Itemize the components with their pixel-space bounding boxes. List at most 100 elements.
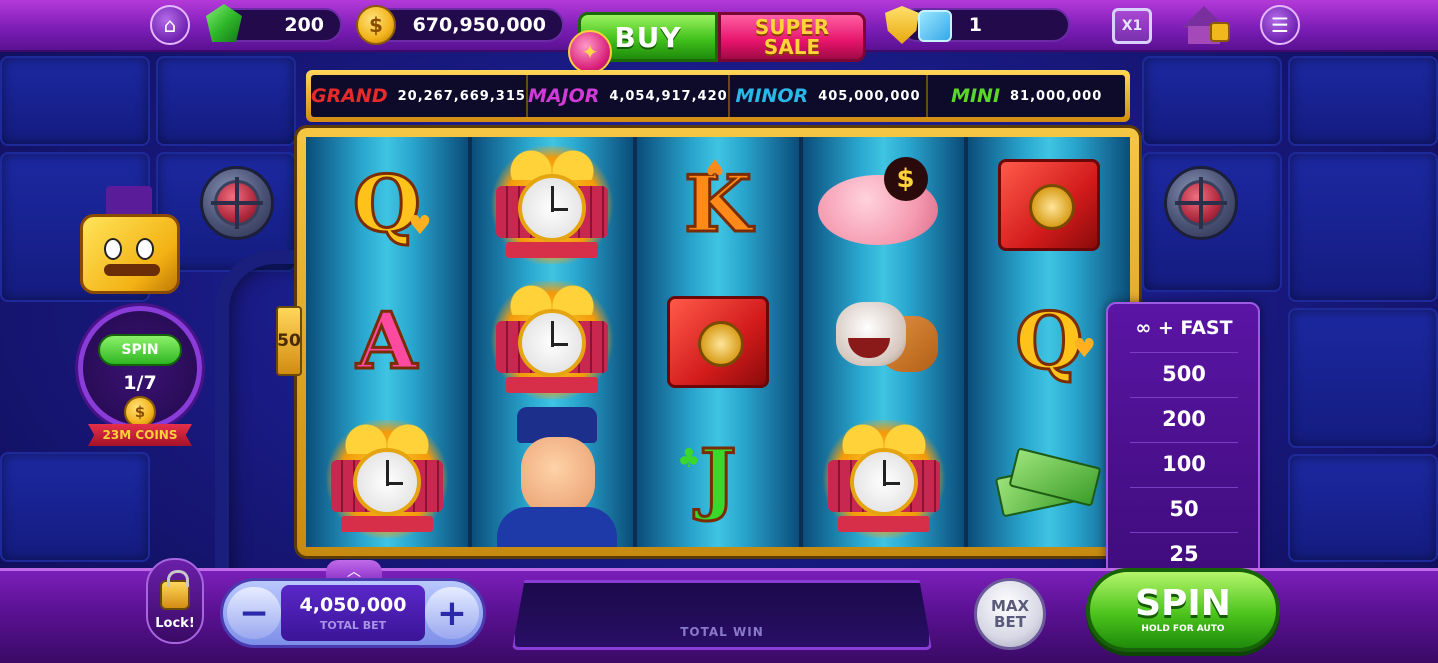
side-bet-value: 50 — [277, 330, 301, 351]
symbol-clock — [472, 272, 634, 407]
jackpot-name: MAJOR — [527, 85, 600, 107]
home-button[interactable]: ⌂ — [150, 5, 190, 45]
vault-panel — [156, 56, 296, 146]
super-sale-button[interactable]: SUPER SALE — [718, 12, 866, 62]
menu-icon: ☰ — [1271, 13, 1289, 37]
symbol-bulldog — [803, 274, 965, 411]
cash-stack-icon — [994, 439, 1104, 519]
vault-panel — [0, 56, 150, 146]
jackpot-mini: MINI 81,000,000 — [928, 75, 1125, 117]
jackpot-bar: GRAND 20,267,669,315 MAJOR 4,054,917,420… — [306, 70, 1130, 122]
total-win-panel: TOTAL WIN — [512, 580, 932, 650]
alarm-clock-icon — [324, 419, 449, 538]
jackpot-value: 20,267,669,315 — [397, 88, 526, 104]
jackpot-name: MINI — [951, 85, 1001, 107]
jackpot-major: MAJOR 4,054,917,420 — [528, 75, 730, 117]
spin-label: SPIN — [1135, 583, 1231, 624]
jackpot-name: MINOR — [735, 85, 809, 107]
total-bet-display[interactable]: 4,050,000 TOTAL BET — [281, 585, 425, 641]
menu-button[interactable]: ☰ — [1260, 5, 1300, 45]
sale-line1: SUPER — [754, 15, 830, 39]
spade-icon: ♠ — [703, 155, 727, 185]
lock-button[interactable]: Lock! — [146, 558, 204, 644]
bonus-spin-label: SPIN — [121, 342, 159, 358]
auto-spin-menu: ∞ + FAST 500 200 100 50 25 — [1106, 302, 1260, 582]
vault-knob-left — [200, 166, 274, 240]
locked-house-icon[interactable] — [1182, 6, 1234, 46]
symbol-safe — [968, 137, 1130, 274]
side-bet-tab[interactable]: 50 — [276, 306, 302, 376]
symbol-letter: J — [698, 432, 738, 524]
lock-label: Lock! — [155, 615, 195, 631]
bonus-progress: 1/7 — [123, 372, 157, 394]
auto-option-200[interactable]: 200 — [1122, 399, 1246, 439]
home-icon: ⌂ — [163, 13, 177, 37]
reel-3: K ♠ J ♣ — [637, 137, 799, 547]
sale-line2: SALE — [763, 35, 821, 59]
jackpot-name: GRAND — [311, 85, 388, 107]
symbol-k: K ♠ — [637, 137, 799, 274]
piggy-bank-icon: $ — [814, 157, 954, 253]
vault-panel — [1288, 308, 1438, 448]
vault-panel — [0, 452, 150, 562]
gift-icon[interactable]: ✦ — [568, 30, 612, 74]
spin-button[interactable]: SPIN HOLD FOR AUTO — [1086, 568, 1280, 652]
bulldog-icon — [826, 292, 942, 392]
reel-4: $ — [802, 137, 965, 547]
auto-option-50[interactable]: 50 — [1122, 489, 1246, 529]
symbol-police — [472, 407, 634, 547]
reel-frame: Q ♥ A K ♠ J ♣ $ Q ♥ — [297, 128, 1139, 556]
multiplier-icon[interactable]: X1 — [1112, 8, 1152, 44]
auto-option-label: 100 — [1162, 452, 1206, 476]
symbol-piggy-bank: $ — [803, 137, 965, 274]
coin-icon: $ — [124, 396, 156, 428]
decrease-bet-button[interactable]: − — [227, 587, 281, 639]
reel-1: Q ♥ A — [306, 137, 468, 547]
snowflake-icon — [918, 10, 952, 42]
symbol-safe — [637, 274, 799, 411]
bonus-reward: 23M COINS — [102, 428, 178, 442]
bonus-reward-ribbon: 23M COINS — [88, 424, 192, 446]
reels[interactable]: Q ♥ A K ♠ J ♣ $ Q ♥ — [306, 137, 1130, 547]
heart-icon: ♥ — [408, 211, 432, 241]
auto-option-500[interactable]: 500 — [1122, 354, 1246, 394]
total-bet-value: 4,050,000 — [299, 594, 407, 616]
symbol-letter: A — [355, 296, 419, 387]
jackpot-minor: MINOR 405,000,000 — [730, 75, 929, 117]
vault-panel — [1288, 56, 1438, 146]
symbol-q: Q ♥ — [306, 137, 468, 274]
gem-count: 200 — [284, 14, 324, 36]
symbol-clock — [306, 410, 468, 547]
reel-2 — [471, 137, 634, 547]
auto-option-label: 50 — [1169, 497, 1199, 521]
auto-option-label: ∞ + FAST — [1135, 317, 1233, 339]
bonus-spin-button[interactable]: SPIN — [98, 334, 182, 366]
heart-icon: ♥ — [1072, 333, 1096, 364]
alarm-clock-icon — [490, 145, 615, 264]
symbol-clock — [472, 137, 634, 272]
auto-option-100[interactable]: 100 — [1122, 444, 1246, 484]
vault-panel — [1142, 56, 1282, 146]
vault-panel — [1288, 152, 1438, 302]
club-icon: ♣ — [677, 444, 701, 475]
safe-icon — [666, 296, 769, 388]
vault-panel — [1288, 454, 1438, 562]
alarm-clock-icon — [490, 280, 615, 399]
auto-option-label: 200 — [1162, 407, 1206, 431]
alarm-clock-icon — [821, 419, 946, 538]
jackpot-grand: GRAND 20,267,669,315 — [311, 75, 528, 117]
auto-option-infinite-fast[interactable]: ∞ + FAST — [1122, 308, 1246, 348]
max-bet-label: MAX BET — [990, 596, 1030, 631]
bet-control: − 4,050,000 TOTAL BET + — [220, 578, 486, 648]
mascot-character — [76, 186, 186, 302]
symbol-j: J ♣ — [637, 410, 799, 547]
coin-icon: $ — [356, 5, 396, 45]
symbol-clock — [803, 410, 965, 547]
increase-bet-button[interactable]: + — [425, 587, 479, 639]
jackpot-value: 4,054,917,420 — [609, 88, 728, 104]
total-win-label: TOTAL WIN — [680, 625, 764, 639]
symbol-a: A — [306, 274, 468, 411]
max-bet-button[interactable]: MAX BET — [974, 578, 1046, 650]
police-officer-icon — [477, 407, 627, 547]
total-bet-label: TOTAL BET — [319, 619, 387, 632]
